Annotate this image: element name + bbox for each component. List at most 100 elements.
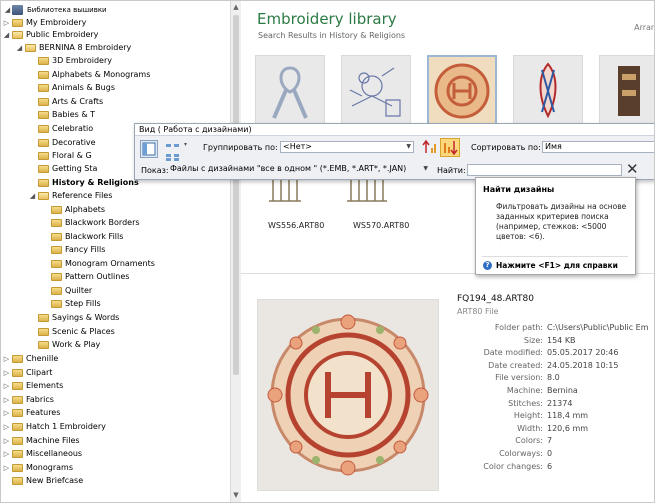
design-thumbnail[interactable]	[255, 55, 325, 127]
sort-descending-button[interactable]	[440, 138, 460, 157]
folder-icon	[12, 409, 23, 417]
detail-value: 0	[547, 449, 553, 458]
scroll-thumb[interactable]	[233, 15, 239, 375]
design-thumbnail[interactable]	[341, 55, 411, 127]
scroll-up-icon[interactable]: ▲	[231, 2, 241, 12]
help-icon: ?	[483, 261, 492, 270]
design-thumbnail[interactable]	[599, 55, 654, 127]
sort-ascending-icon	[422, 139, 436, 153]
tree-item-label: Reference Files	[52, 191, 113, 200]
expand-arrow-icon[interactable]: ▷	[3, 367, 10, 379]
expand-arrow-icon[interactable]: ▷	[3, 448, 10, 460]
scroll-down-icon[interactable]: ▼	[231, 490, 241, 500]
detail-value: 120,6 mm	[547, 423, 589, 433]
tree-scrollbar[interactable]: ▲ ▼	[230, 1, 241, 502]
detail-value: 118,4 mm	[547, 411, 589, 421]
sort-by-select[interactable]: Имя	[542, 141, 654, 153]
group-by-select[interactable]: <Нет> ▼	[280, 141, 414, 153]
toolbar-header: Вид ( Работа с дизайнами)	[135, 124, 654, 136]
file-name[interactable]: WS556.ART80	[268, 221, 324, 230]
expand-arrow-icon[interactable]: ▷	[3, 17, 10, 29]
expand-arrow-icon[interactable]: ▷	[3, 353, 10, 365]
folder-icon	[38, 165, 49, 173]
expand-arrow-icon[interactable]: ▷	[3, 394, 10, 406]
folder-icon	[12, 450, 23, 458]
tree-item-label: Babies & T	[52, 110, 95, 119]
find-input[interactable]	[467, 164, 622, 176]
layout-view-button[interactable]	[140, 140, 158, 158]
detail-label: Width:	[517, 423, 543, 433]
design-thumbnail-selected[interactable]	[427, 55, 497, 127]
folder-icon	[38, 314, 49, 322]
detail-label: Size:	[523, 335, 543, 345]
tree-item-label: Alphabets & Monograms	[52, 70, 151, 79]
tree-item-label: Public Embroidery	[26, 30, 99, 39]
sort-ascending-button[interactable]	[422, 139, 438, 155]
design-thumbnail[interactable]	[513, 55, 583, 127]
tree-item-label: New Briefcase	[26, 476, 84, 485]
expand-arrow-icon[interactable]: ▷	[3, 435, 10, 447]
detail-file-name: FQ194_48.ART80	[457, 294, 534, 304]
list-size-button[interactable]	[165, 147, 181, 161]
folder-icon	[12, 19, 23, 27]
view-toolbar: Вид ( Работа с дизайнами) ▾ Группировать…	[134, 123, 654, 180]
chevron-down-icon: ▼	[406, 143, 411, 150]
expand-arrow-icon[interactable]: ▷	[3, 380, 10, 392]
tree-item-label: 3D Embroidery	[52, 56, 112, 65]
folder-icon	[51, 219, 62, 227]
file-name[interactable]: WS570.ART80	[353, 221, 409, 230]
layout-icon	[142, 142, 156, 156]
tree-item-label: Alphabets	[65, 205, 106, 214]
tree-item-label: Decorative	[52, 138, 96, 147]
tree-item-label: Chenille	[26, 354, 59, 363]
window: ◢ Библиотека вышивки ▷ My Embroidery ◢ Publ…	[0, 0, 655, 503]
find-label: Найти:	[437, 166, 466, 175]
detail-label: Date created:	[488, 360, 543, 370]
folder-icon	[38, 341, 49, 349]
expand-arrow-icon[interactable]: ▷	[3, 421, 10, 433]
show-select[interactable]: Файлы с дизайнами "все в одном " (*.EMB,…	[168, 164, 430, 176]
collapse-arrow-icon[interactable]: ◢	[4, 4, 11, 16]
folder-icon	[38, 111, 49, 119]
detail-value: Bernina	[547, 386, 578, 395]
folder-icon	[51, 233, 62, 241]
tree-item-label: Animals & Bugs	[52, 83, 115, 92]
tree-item-label: Machine Files	[26, 436, 80, 445]
detail-value: 21374	[547, 398, 573, 408]
collapse-arrow-icon[interactable]: ◢	[3, 29, 10, 41]
detail-value: 154 KB	[547, 335, 576, 345]
folder-icon	[12, 423, 23, 431]
thumbnail-size-button[interactable]	[165, 137, 181, 147]
tree-item-label: My Embroidery	[26, 18, 87, 27]
folder-icon	[38, 152, 49, 160]
chevron-down-icon: ▼	[423, 165, 428, 172]
folder-icon	[51, 206, 62, 214]
detail-value: 05.05.2017 20:46	[547, 348, 619, 358]
tree-item-label: Floral & G	[52, 151, 92, 160]
folder-icon	[51, 287, 62, 295]
thumbnail-row	[255, 55, 654, 130]
tree-item-label: Features	[26, 408, 61, 417]
folder-icon	[12, 437, 23, 445]
tree-item-label: Monograms	[26, 463, 73, 472]
detail-label: Colorways:	[499, 449, 543, 458]
detail-value: C:\Users\Public\Public Em	[547, 323, 649, 332]
detail-label: Colors:	[515, 436, 543, 446]
tree-item-label: Monogram Ornaments	[65, 259, 155, 268]
dropdown-arrow-icon[interactable]: ▾	[184, 141, 187, 148]
clear-search-button[interactable]: ✕	[626, 162, 639, 177]
expand-arrow-icon[interactable]: ▷	[3, 462, 10, 474]
arrange-by[interactable]: Arran	[634, 23, 654, 32]
detail-value: 8.0	[547, 373, 560, 383]
collapse-arrow-icon[interactable]: ◢	[16, 42, 23, 54]
folder-icon	[12, 464, 23, 472]
detail-value: 6	[547, 461, 553, 471]
expand-arrow-icon[interactable]: ▷	[3, 407, 10, 419]
tree-item-label: Blackwork Fills	[65, 232, 124, 241]
collapse-arrow-icon[interactable]: ◢	[29, 190, 36, 202]
folder-icon	[38, 98, 49, 106]
folder-icon	[51, 260, 62, 268]
folder-icon	[51, 246, 62, 254]
tree-item-label: Work & Play	[52, 340, 101, 349]
grid-icon	[166, 154, 179, 161]
